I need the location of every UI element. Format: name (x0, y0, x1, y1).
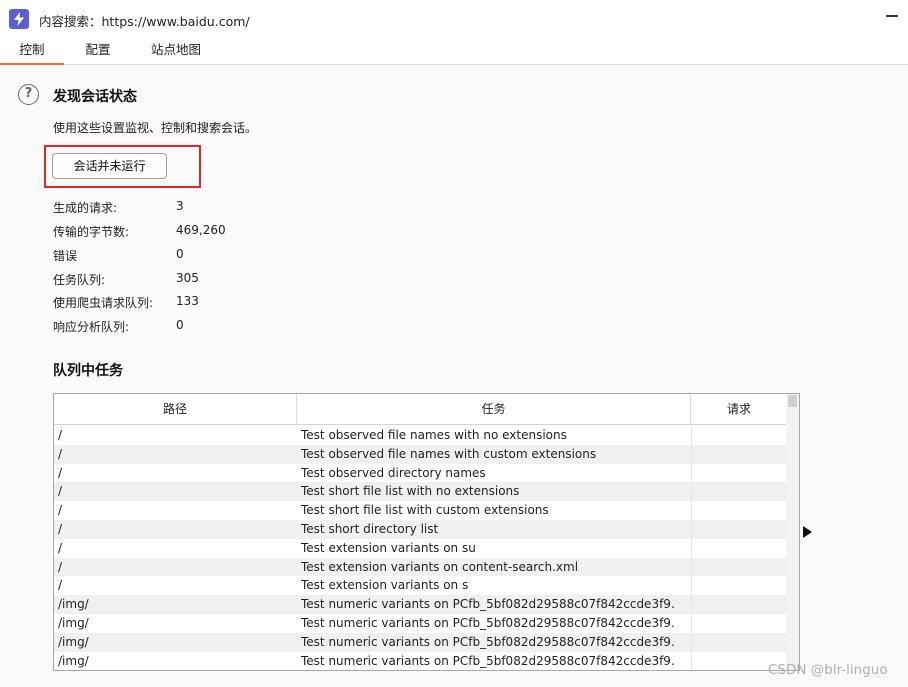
table-scrollbar[interactable] (786, 394, 799, 670)
cell-requests (691, 482, 787, 502)
lightning-icon (9, 9, 29, 29)
tab-sitemap[interactable]: 站点地图 (140, 38, 212, 65)
window-title: 内容搜索：https://www.baidu.com/ (39, 14, 250, 29)
table-row[interactable]: /img/Test numeric variants on PCfb_5bf08… (54, 651, 787, 670)
watermark: CSDN @blr-linguo (768, 662, 888, 678)
stat-value-requests: 3 (176, 199, 184, 213)
title-bar: 内容搜索：https://www.baidu.com/ (0, 0, 908, 38)
stat-value-response-queue: 0 (176, 318, 184, 332)
cell-task: Test extension variants on s (301, 578, 469, 593)
cell-task: Test short file list with no extensions (301, 484, 520, 499)
cell-task: Test extension variants on su (301, 540, 476, 555)
cell-requests (691, 426, 787, 445)
table-row[interactable]: / Test observed directory names (54, 463, 787, 483)
minimize-button[interactable] (884, 10, 898, 24)
expand-arrow-icon[interactable] (803, 526, 812, 538)
table-row[interactable]: /img/Test numeric variants on PCfb_5bf08… (54, 632, 787, 652)
session-status-button[interactable]: 会话并未运行 (52, 153, 167, 179)
queue-heading: 队列中任务 (53, 363, 123, 379)
cell-requests (691, 576, 787, 596)
cell-task: Test short directory list (301, 521, 439, 536)
stat-value-errors: 0 (176, 247, 184, 261)
cell-path: /img/ (58, 597, 89, 612)
stat-value-bytes: 469,260 (176, 223, 226, 237)
table-row[interactable]: / Test short file list with no extensions (54, 482, 787, 502)
table-row[interactable]: / Test extension variants on su (54, 538, 787, 558)
tab-config[interactable]: 配置 (70, 38, 126, 65)
stat-label-spider-queue: 使用爬虫请求队列: (53, 296, 154, 310)
stat-label-task-queue: 任务队列: (53, 273, 106, 287)
section-heading: 发现会话状态 (53, 89, 137, 105)
cell-path: / (58, 484, 63, 499)
tab-control[interactable]: 控制 (0, 38, 64, 65)
cell-path: / (58, 465, 63, 480)
table-row[interactable]: / Test short directory list (54, 519, 787, 539)
cell-requests (691, 444, 787, 464)
cell-requests (691, 632, 787, 652)
cell-requests (691, 501, 787, 520)
column-header-task[interactable]: 任务 (297, 394, 691, 425)
cell-requests (691, 463, 787, 483)
scrollbar-thumb[interactable] (788, 395, 797, 407)
cell-task: Test numeric variants on PCfb_5bf082d295… (301, 615, 675, 630)
cell-task: Test observed file names with no extensi… (301, 428, 567, 442)
cell-task: Test numeric variants on PCfb_5bf082d295… (301, 634, 675, 649)
column-header-requests[interactable]: 请求 (691, 394, 787, 425)
stat-label-response-queue: 响应分析队列: (53, 320, 130, 334)
table-row[interactable]: / Test observed file names with custom ex… (54, 444, 787, 464)
cell-path: / (58, 559, 63, 574)
cell-path: / (58, 446, 63, 461)
stat-label-errors: 错误 (53, 249, 78, 263)
cell-requests (691, 538, 787, 558)
table-header: 路径 任务 请求 (54, 394, 787, 425)
cell-path: / (58, 521, 63, 536)
column-header-path[interactable]: 路径 (54, 394, 297, 425)
stat-label-requests: 生成的请求: (53, 201, 118, 215)
cell-requests (691, 519, 787, 539)
table-body: / Test observed file names with no extens… (54, 426, 787, 670)
table-row[interactable]: / Test extension variants on s (54, 576, 787, 596)
section-description: 使用这些设置监视、控制和搜索会话。 (53, 121, 258, 135)
table-row[interactable]: / Test observed file names with no extens… (54, 426, 787, 445)
cell-requests (691, 557, 787, 577)
cell-path: / (58, 578, 63, 593)
queue-table: 路径 任务 请求 / Test observed file names with … (53, 393, 800, 671)
cell-requests (691, 613, 787, 633)
cell-path: / (58, 540, 63, 555)
cell-path: / (58, 428, 63, 442)
table-row[interactable]: /img/Test numeric variants on PCfb_5bf08… (54, 613, 787, 633)
cell-task: Test extension variants on content-searc… (301, 559, 579, 574)
cell-task: Test short file list with custom extensi… (301, 503, 549, 518)
table-row[interactable]: /img/Test numeric variants on PCfb_5bf08… (54, 595, 787, 614)
cell-requests (691, 595, 787, 614)
stat-value-spider-queue: 133 (176, 294, 199, 308)
table-row[interactable]: / Test short file list with custom extens… (54, 501, 787, 520)
cell-task: Test observed directory names (301, 465, 486, 480)
cell-task: Test numeric variants on PCfb_5bf082d295… (301, 653, 675, 668)
cell-path: / (58, 503, 63, 518)
stat-label-bytes: 传输的字节数: (53, 225, 130, 239)
help-icon[interactable]: ? (18, 84, 39, 105)
cell-path: /img/ (58, 653, 89, 668)
stat-value-task-queue: 305 (176, 271, 199, 285)
tab-bar: 控制 配置 站点地图 (0, 38, 908, 65)
cell-path: /img/ (58, 634, 89, 649)
cell-task: Test numeric variants on PCfb_5bf082d295… (301, 597, 675, 612)
cell-path: /img/ (58, 615, 89, 630)
table-row[interactable]: / Test extension variants on content-sear… (54, 557, 787, 577)
cell-task: Test observed file names with custom ext… (301, 446, 597, 461)
